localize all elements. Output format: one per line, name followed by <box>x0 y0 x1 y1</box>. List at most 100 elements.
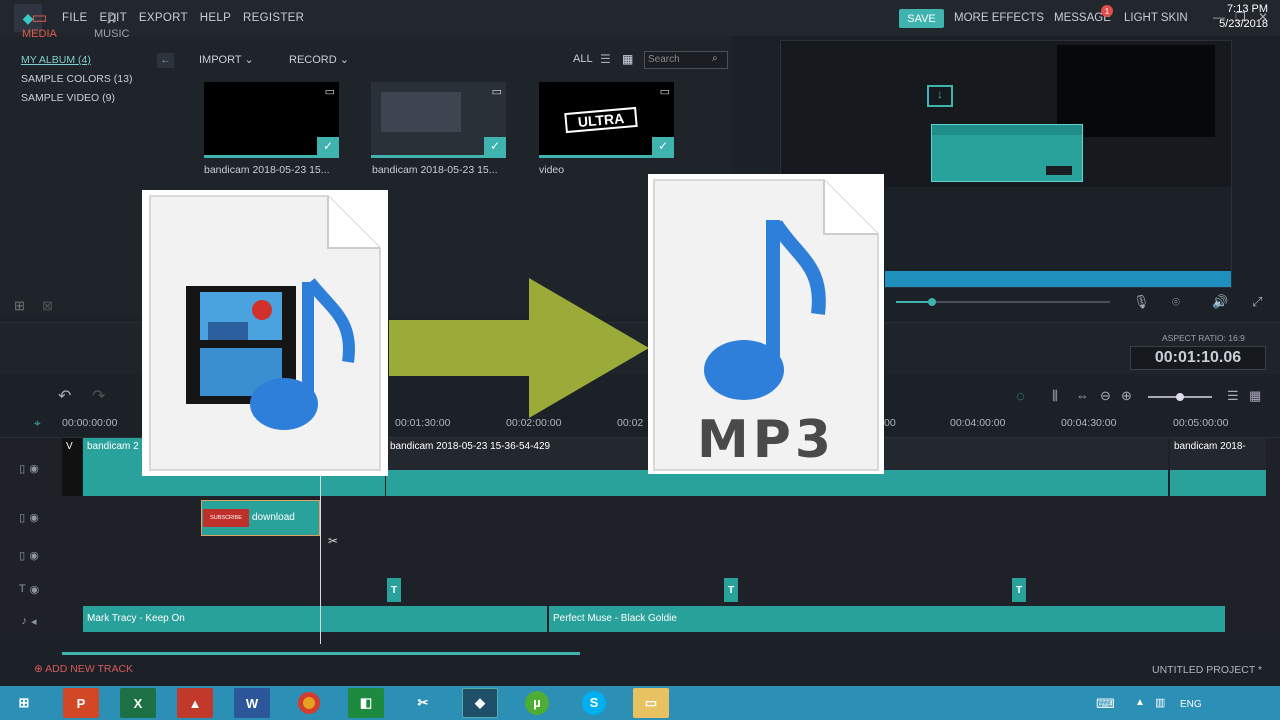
zoom-in-icon[interactable]: ⊕ <box>1121 388 1132 404</box>
undo-icon[interactable]: ↶ <box>58 386 71 406</box>
utorrent-icon[interactable]: µ <box>519 688 555 718</box>
zoom-slider-handle[interactable] <box>1176 393 1184 401</box>
eye-icon[interactable]: ◉ <box>29 462 39 475</box>
sidebar-item-my-album[interactable]: MY ALBUM (4) <box>21 54 91 66</box>
render-icon[interactable]: ◌ <box>1016 388 1025 405</box>
clip-label: V <box>66 441 73 452</box>
message-badge: 1 <box>1101 5 1113 17</box>
speaker-icon[interactable]: ◂ <box>31 615 37 628</box>
checkmark-icon: ✓ <box>652 137 674 155</box>
file-explorer-icon[interactable]: ▭ <box>633 688 669 718</box>
track-header: ▯ ◉ <box>0 438 58 498</box>
record-dropdown[interactable]: RECORD ⌄ <box>289 53 349 66</box>
new-folder-icon[interactable]: ⊞ <box>14 298 25 314</box>
progress-handle[interactable] <box>928 298 936 306</box>
tab-music[interactable]: ♫ MUSIC <box>94 8 129 40</box>
overlay-track: ▯ ◉ SUBSCRIBE download <box>0 498 1280 536</box>
aspect-ratio-label: ASPECT RATIO: 16:9 <box>1162 333 1245 343</box>
filmora-taskbar-icon[interactable]: ◆ <box>462 688 498 718</box>
overlay-track-2: ▯ ◉ ✂ <box>0 534 1280 574</box>
save-button[interactable]: SAVE <box>899 9 944 28</box>
snap-icon[interactable]: ⌖ <box>34 416 41 431</box>
eye-icon[interactable]: ◉ <box>29 511 39 524</box>
skype-icon[interactable]: S <box>576 688 612 718</box>
grid-icon[interactable]: ▦ <box>1249 388 1261 404</box>
ultra-logo: ULTRA <box>564 106 638 134</box>
overlay-clip[interactable]: SUBSCRIBE download <box>201 500 320 536</box>
microphone-icon[interactable]: 🎙 <box>1133 294 1150 310</box>
zoom-out-icon[interactable]: ⊖ <box>1100 388 1111 404</box>
thumb-label-2: bandicam 2018-05-23 15... <box>372 164 498 176</box>
preview-nested-taskbar <box>885 271 1231 287</box>
fit-icon[interactable]: ⇔ <box>1076 388 1089 403</box>
title-marker[interactable]: T <box>1012 578 1026 602</box>
tab-media[interactable]: ▭ MEDIA <box>22 8 57 40</box>
arrow-right-icon <box>389 278 649 423</box>
word-icon[interactable]: W <box>234 688 270 718</box>
media-thumb-1[interactable]: ▭ ✓ <box>204 82 339 158</box>
video-file-icon <box>142 190 388 476</box>
fullscreen-icon[interactable]: ⤢ <box>1252 294 1262 310</box>
snipping-tool-icon[interactable]: ✂ <box>405 688 441 718</box>
filter-all[interactable]: ALL <box>573 53 593 65</box>
search-icon[interactable]: ⌕ <box>712 53 718 64</box>
add-new-track-label: ADD NEW TRACK <box>45 663 134 675</box>
menu-export[interactable]: EXPORT <box>139 12 188 24</box>
list-view-icon[interactable]: ☰ <box>600 52 611 66</box>
more-effects-button[interactable]: MORE EFFECTS <box>954 12 1044 24</box>
windows-start-icon[interactable]: ⊞ <box>6 688 42 718</box>
excel-icon[interactable]: X <box>120 688 156 718</box>
ruler-tick: 00:00:00:00 <box>62 417 118 429</box>
tab-media-label: MEDIA <box>22 28 57 40</box>
title-marker[interactable]: T <box>724 578 738 602</box>
light-skin-button[interactable]: LIGHT SKIN <box>1124 12 1188 24</box>
language-indicator[interactable]: ENG <box>1180 699 1202 710</box>
redo-icon[interactable]: ↷ <box>92 386 105 406</box>
clock-time: 7:13 PM <box>1227 3 1268 15</box>
app-icon[interactable]: ▲ <box>177 688 213 718</box>
zoom-slider[interactable] <box>1148 393 1212 401</box>
store-icon[interactable]: ◧ <box>348 688 384 718</box>
add-new-track-button[interactable]: ⊕ ADD NEW TRACK <box>34 663 133 675</box>
clock[interactable]: 7:13 PM 5/23/2018 <box>1219 2 1268 32</box>
audio-clip[interactable]: Mark Tracy - Keep On <box>83 606 547 632</box>
powerpoint-icon[interactable]: P <box>63 688 99 718</box>
network-icon[interactable]: ▥ <box>1155 696 1165 709</box>
import-dropdown[interactable]: IMPORT ⌄ <box>199 53 254 66</box>
media-thumb-3[interactable]: ULTRA ▭ ✓ <box>539 82 674 158</box>
audio-clip[interactable]: Perfect Muse - Black Goldie <box>549 606 1225 632</box>
timeline-scrollbar[interactable] <box>62 652 580 655</box>
grid-view-icon[interactable]: ▦ <box>622 52 633 66</box>
collapse-arrow-icon[interactable]: ← <box>157 53 174 68</box>
filmora-editor: ◆ FILE EDIT EXPORT HELP REGISTER SAVE MO… <box>0 0 1280 720</box>
sidebar-item-sample-video[interactable]: SAMPLE VIDEO (9) <box>21 92 115 104</box>
title-marker[interactable]: T <box>387 578 401 602</box>
list-icon[interactable]: ☰ <box>1227 388 1239 404</box>
menu-file[interactable]: FILE <box>62 12 88 24</box>
snapshot-icon[interactable]: ⌾ <box>1172 294 1180 310</box>
media-thumb-2[interactable]: ▭ ✓ <box>371 82 506 158</box>
menu-register[interactable]: REGISTER <box>243 12 304 24</box>
eye-icon[interactable]: ◉ <box>29 549 39 562</box>
volume-icon[interactable]: 🔊 <box>1212 294 1228 310</box>
folder-icon: ▭ <box>31 8 48 27</box>
tab-music-label: MUSIC <box>94 28 130 40</box>
track-header: ♪ ◂ <box>0 604 58 638</box>
tray-expand-icon[interactable]: ▲ <box>1135 697 1145 708</box>
scissors-icon[interactable]: ✂ <box>328 534 338 548</box>
delete-folder-icon[interactable]: ⊠ <box>42 298 53 314</box>
ruler-tick: 00:04:00:00 <box>950 417 1006 429</box>
sidebar-item-sample-colors[interactable]: SAMPLE COLORS (13) <box>21 73 132 85</box>
video-clip[interactable]: V <box>62 438 82 496</box>
windows-taskbar: ⊞ P X ▲ W ◧ ✂ ◆ µ S ▭ <box>0 686 1280 720</box>
menu-help[interactable]: HELP <box>200 12 231 24</box>
eye-icon[interactable]: ◉ <box>30 583 40 596</box>
music-note-icon: ♪ <box>21 615 27 627</box>
dialog-button <box>1046 166 1072 175</box>
thumb-label-3: video <box>539 164 565 176</box>
audio-mixer-icon[interactable]: ⫼ <box>1052 388 1058 404</box>
keyboard-icon[interactable]: ⌨ <box>1096 696 1115 712</box>
chrome-icon[interactable] <box>291 688 327 718</box>
progress-track[interactable] <box>896 298 1110 306</box>
video-clip[interactable]: bandicam 2018- <box>1170 438 1266 496</box>
